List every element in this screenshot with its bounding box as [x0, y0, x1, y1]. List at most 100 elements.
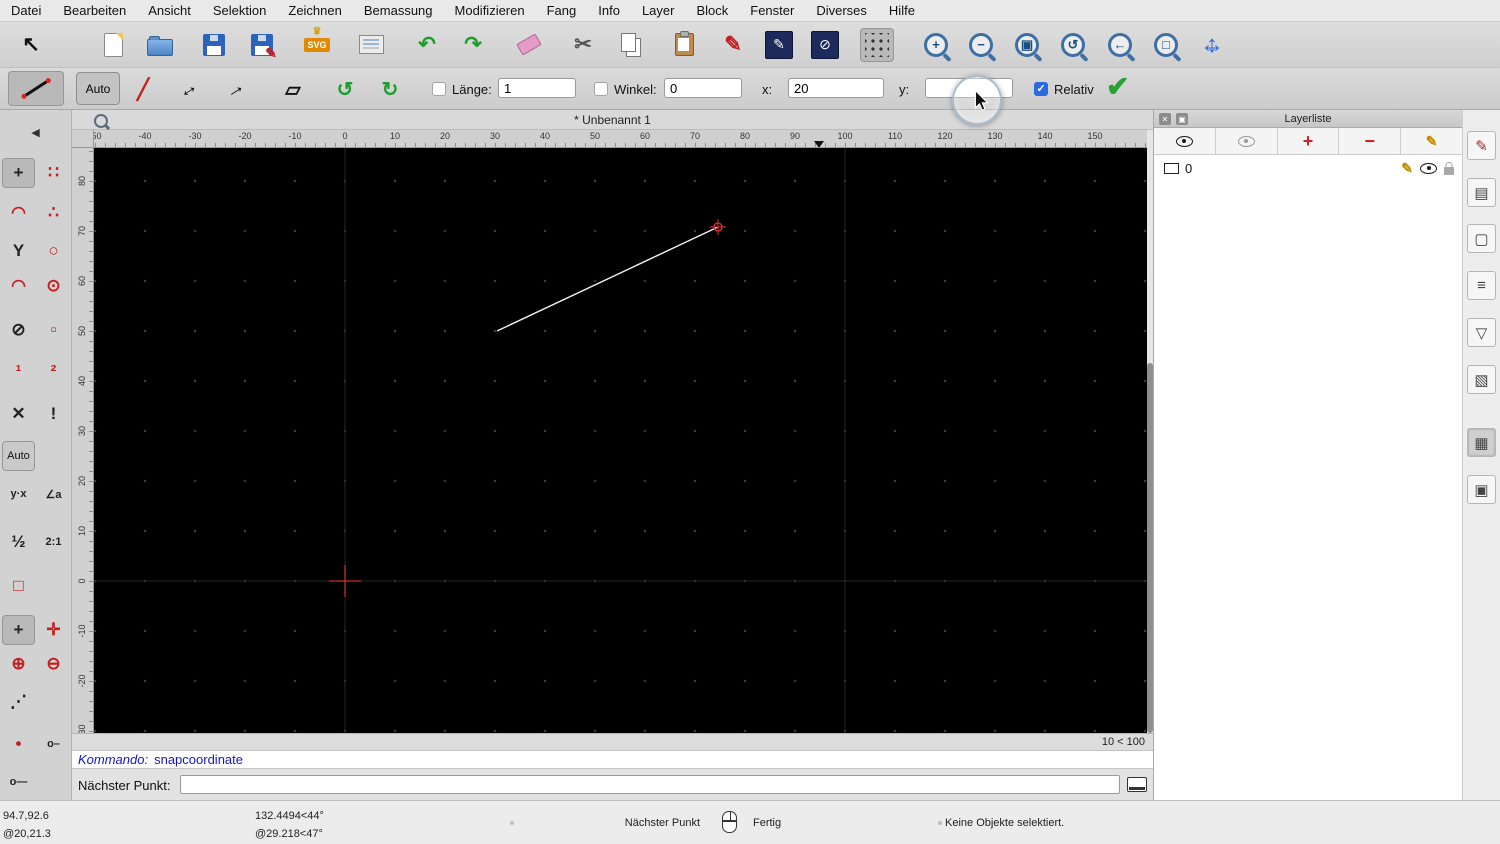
- snap-tangent-icon[interactable]: ⊘: [2, 315, 35, 345]
- line-one-arrow-icon[interactable]: →: [217, 72, 253, 106]
- tool-mode-auto-button[interactable]: Auto: [76, 72, 120, 105]
- crosshair-icon[interactable]: ✛: [37, 615, 70, 645]
- clipboard-widget-icon[interactable]: ▣: [1467, 475, 1496, 504]
- menu-ansicht[interactable]: Ansicht: [137, 3, 202, 18]
- menu-info[interactable]: Info: [587, 3, 631, 18]
- zoom-indicator-icon[interactable]: [94, 114, 108, 128]
- pen-icon[interactable]: ✎: [716, 28, 750, 62]
- angle-lines-icon[interactable]: ⋰: [2, 687, 35, 717]
- window-widget-icon[interactable]: ▢: [1467, 224, 1496, 253]
- undo-icon[interactable]: ↶: [410, 28, 444, 62]
- restrict-nothing-icon[interactable]: !: [37, 399, 70, 429]
- layer-panel-header[interactable]: Layerliste ✕ ▣: [1154, 110, 1462, 128]
- key-icon[interactable]: o—: [2, 767, 35, 797]
- drawing-canvas[interactable]: [94, 148, 1147, 733]
- rel-zero-icon[interactable]: ⊕: [2, 649, 35, 679]
- pan-icon[interactable]: [1195, 28, 1229, 62]
- zoom-previous-icon[interactable]: ←: [1103, 28, 1137, 62]
- float-panel-icon[interactable]: ▣: [1176, 113, 1188, 125]
- restrict-orthogonal-icon[interactable]: y·x: [2, 479, 35, 509]
- modify-layer-icon[interactable]: ✎: [1401, 128, 1462, 154]
- relativ-checkbox[interactable]: [1034, 82, 1048, 96]
- zoom-out-icon[interactable]: −: [964, 28, 998, 62]
- layer-lock-icon[interactable]: [1444, 166, 1454, 175]
- menu-bearbeiten[interactable]: Bearbeiten: [52, 3, 137, 18]
- menu-hilfe[interactable]: Hilfe: [878, 3, 926, 18]
- paste-icon[interactable]: [667, 28, 701, 62]
- add-layer-icon[interactable]: +: [1278, 128, 1340, 154]
- laenge-checkbox[interactable]: [432, 82, 446, 96]
- layer-row[interactable]: 0 ✎: [1154, 158, 1462, 178]
- pointer-icon[interactable]: ↖: [14, 28, 48, 62]
- snap-grid-icon[interactable]: ∷: [37, 158, 70, 188]
- menu-bemassung[interactable]: Bemassung: [353, 3, 444, 18]
- zoom-in-icon[interactable]: +: [919, 28, 953, 62]
- snap-intersection-manual-icon[interactable]: ✕: [2, 399, 35, 429]
- winkel-checkbox[interactable]: [594, 82, 608, 96]
- zoom-window-icon[interactable]: □: [1149, 28, 1183, 62]
- redo-icon[interactable]: ↷: [456, 28, 490, 62]
- prompt-input[interactable]: [180, 775, 1120, 794]
- snap-distance-2-icon[interactable]: ²: [37, 357, 70, 387]
- menu-modifizieren[interactable]: Modifizieren: [444, 3, 536, 18]
- defreeze-all-layers-icon[interactable]: [1154, 128, 1216, 154]
- freeze-all-layers-icon[interactable]: [1216, 128, 1278, 154]
- layer-visibility-icon[interactable]: [1420, 162, 1437, 174]
- menu-block[interactable]: Block: [685, 3, 739, 18]
- menu-selektion[interactable]: Selektion: [202, 3, 277, 18]
- snap-intersection-icon[interactable]: ▫: [37, 315, 70, 345]
- command-line[interactable]: Kommando: snapcoordinate: [72, 750, 1153, 768]
- snap-on-entity-icon[interactable]: ∴: [37, 198, 70, 228]
- ellipse-visibility-icon[interactable]: ⊘: [808, 28, 842, 62]
- library-widget-icon[interactable]: ▧: [1467, 365, 1496, 394]
- redo-point-icon[interactable]: ↻: [372, 72, 408, 106]
- command-dock-icon[interactable]: [1127, 777, 1147, 792]
- save-icon[interactable]: [197, 28, 231, 62]
- attributes-icon[interactable]: ✎: [762, 28, 796, 62]
- remove-layer-icon[interactable]: −: [1339, 128, 1402, 154]
- snap-middle-manual-icon[interactable]: ½: [2, 527, 35, 557]
- snap-angle-icon[interactable]: ∠a: [37, 479, 70, 509]
- save-as-icon[interactable]: ✎: [245, 28, 279, 62]
- snap-middle-icon[interactable]: ○: [37, 236, 70, 266]
- menu-layer[interactable]: Layer: [631, 3, 686, 18]
- list-widget-icon[interactable]: ≡: [1467, 271, 1496, 300]
- snap-auto-button[interactable]: Auto: [2, 441, 35, 471]
- confirm-icon[interactable]: ✔: [1106, 70, 1129, 103]
- pen-style-widget-icon[interactable]: ✎: [1467, 131, 1496, 160]
- delete-icon[interactable]: [512, 28, 546, 62]
- zoom-auto-icon[interactable]: ▣: [1010, 28, 1044, 62]
- undo-point-icon[interactable]: ↺: [327, 72, 363, 106]
- winkel-input[interactable]: [664, 78, 742, 98]
- polyline-icon[interactable]: ▱: [275, 72, 311, 106]
- snap-center-icon[interactable]: Y: [2, 236, 35, 266]
- rel-zero-move-icon[interactable]: ⊖: [37, 649, 70, 679]
- menu-diverses[interactable]: Diverses: [805, 3, 878, 18]
- menu-fenster[interactable]: Fenster: [739, 3, 805, 18]
- menu-zeichnen[interactable]: Zeichnen: [277, 3, 352, 18]
- line-free-icon[interactable]: ╱: [125, 72, 161, 106]
- laenge-input[interactable]: [498, 78, 576, 98]
- snap-endpoint-icon[interactable]: ◠: [2, 198, 35, 228]
- layer-type-icon[interactable]: [1164, 162, 1179, 174]
- snap-distance-1-icon[interactable]: ¹: [2, 357, 35, 387]
- snap-ratio-icon[interactable]: 2:1: [37, 527, 70, 557]
- open-file-icon[interactable]: [143, 28, 177, 62]
- line-tool-button[interactable]: [8, 71, 64, 106]
- snap-distance-point-icon[interactable]: ⊙: [37, 271, 70, 301]
- line-two-arrows-icon[interactable]: ↔: [170, 72, 206, 106]
- menu-fang[interactable]: Fang: [536, 3, 588, 18]
- zoom-redraw-icon[interactable]: ↺: [1056, 28, 1090, 62]
- lock-rel-zero-icon[interactable]: o–: [37, 729, 70, 759]
- table-widget-icon[interactable]: ▦: [1467, 428, 1496, 457]
- snap-arc-center-icon[interactable]: ◠: [2, 271, 35, 301]
- grid-small-icon[interactable]: +: [2, 615, 35, 645]
- collapse-palette-icon[interactable]: ◀: [0, 120, 71, 144]
- copy-icon[interactable]: [613, 28, 647, 62]
- menu-datei[interactable]: Datei: [0, 3, 52, 18]
- block-widget-icon[interactable]: ▤: [1467, 178, 1496, 207]
- cut-icon[interactable]: ✂: [566, 28, 600, 62]
- x-input[interactable]: [788, 78, 884, 98]
- point-marker-icon[interactable]: •: [2, 729, 35, 759]
- layer-edit-icon[interactable]: ✎: [1401, 160, 1413, 177]
